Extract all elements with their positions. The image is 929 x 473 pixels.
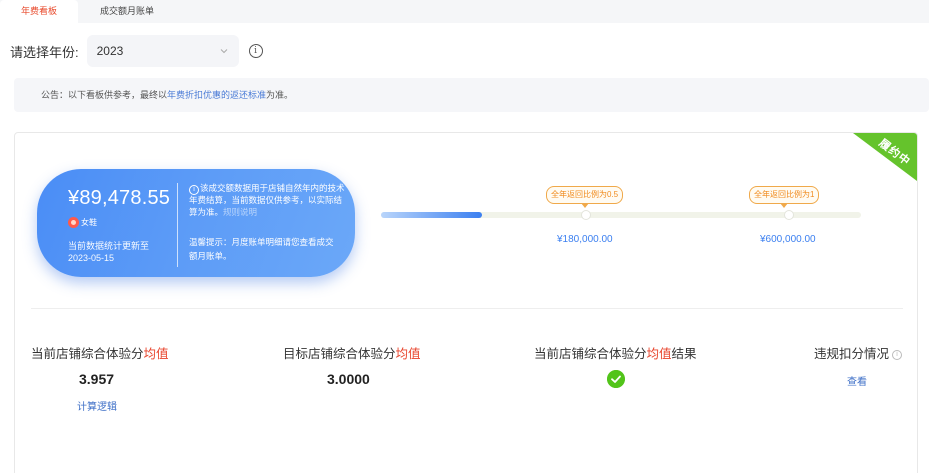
rules-link[interactable]: 规则说明 [223,207,257,217]
metric-title-text: 违规扣分情况 [814,347,890,361]
milestone-amount: ¥600,000.00 [760,234,816,245]
metric-title-highlight: 均值 [143,347,169,361]
metric-title-text: 目标店铺综合体验分 [283,347,396,361]
metric-title-text: 当前店铺综合体验分 [31,347,144,361]
annual-fee-card: 履约中 ¥89,478.55 女鞋 当前数据统计更新至 2023-05-15 i… [14,132,918,473]
milestone-node [581,210,591,220]
category-badge: 女鞋 [68,217,97,228]
metric-title-target-score: 目标店铺综合体验分均值 [283,343,421,362]
tab-annual-fee-board[interactable]: 年费看板 [0,0,78,23]
notice-link[interactable]: 年费折扣优惠的返还标准 [167,90,266,100]
sales-description: i 该成交额数据用于店铺自然年内的技术年费结算，当前数据仅供参考，以实际结算为准。… [189,183,347,218]
metric-title-text: 当前店铺综合体验分 [534,347,647,361]
metric-value-current-score: 3.957 [79,371,115,387]
metric-value-target-score: 3.0000 [327,371,370,387]
calculation-logic-link[interactable]: 计算逻辑 [77,398,117,413]
check-circle-icon [607,370,625,388]
sales-summary-card: ¥89,478.55 女鞋 当前数据统计更新至 2023-05-15 i 该成交额… [37,169,355,277]
metric-title-suffix: 结果 [671,347,697,361]
milestone-node [784,210,794,220]
tab-monthly-bill[interactable]: 成交额月账单 [82,0,172,23]
question-circle-icon[interactable]: i [892,350,903,360]
notice-banner: 公告：以下看板供参考，最终以年费折扣优惠的返还标准为准。 [14,78,929,112]
info-circle-icon: i [189,185,199,195]
update-label: 当前数据统计更新至 [68,241,150,251]
rebate-progress-bar [381,210,861,220]
status-ribbon: 履约中 [853,133,917,181]
monthly-bill-tip: 温馨提示：月度账单明细请您查看成交额月账单。 [189,237,334,261]
info-icon[interactable]: i [248,44,263,58]
metric-title-highlight: 均值 [646,347,672,361]
notice-suffix: 为准。 [266,90,294,100]
progress-fill [381,212,482,218]
sales-amount: ¥89,478.55 [68,187,171,209]
milestone-flag: 全年返回比例为0.5 [546,186,624,208]
year-select[interactable]: 2023 [86,35,239,67]
chevron-down-icon [220,49,227,54]
section-divider [31,308,903,309]
metric-title-current-score: 当前店铺综合体验分均值 [31,343,169,362]
tab-bar: 年费看板 成交额月账单 [0,0,929,23]
metric-title-highlight: 均值 [395,347,421,361]
update-info: 当前数据统计更新至 2023-05-15 [68,240,168,264]
metric-title-violations: 违规扣分情况 i [814,343,903,362]
category-icon [68,217,79,228]
metric-title-score-result: 当前店铺综合体验分均值结果 [534,343,697,362]
milestone-amount: ¥180,000.00 [557,234,613,245]
view-violations-link[interactable]: 查看 [847,373,867,388]
milestone-flag: 全年返回比例为1 [749,186,820,208]
year-filter-label: 请选择年份: [10,44,79,60]
year-select-value: 2023 [96,44,124,58]
category-label: 女鞋 [81,218,97,227]
description-text: 该成交额数据用于店铺自然年内的技术年费结算，当前数据仅供参考，以实际结算为准。 [189,183,345,217]
year-filter-row: 请选择年份: 2023 i [10,35,263,67]
update-date: 2023-05-15 [68,253,115,263]
notice-prefix: 公告：以下看板供参考，最终以 [41,90,168,100]
summary-divider [177,183,178,267]
